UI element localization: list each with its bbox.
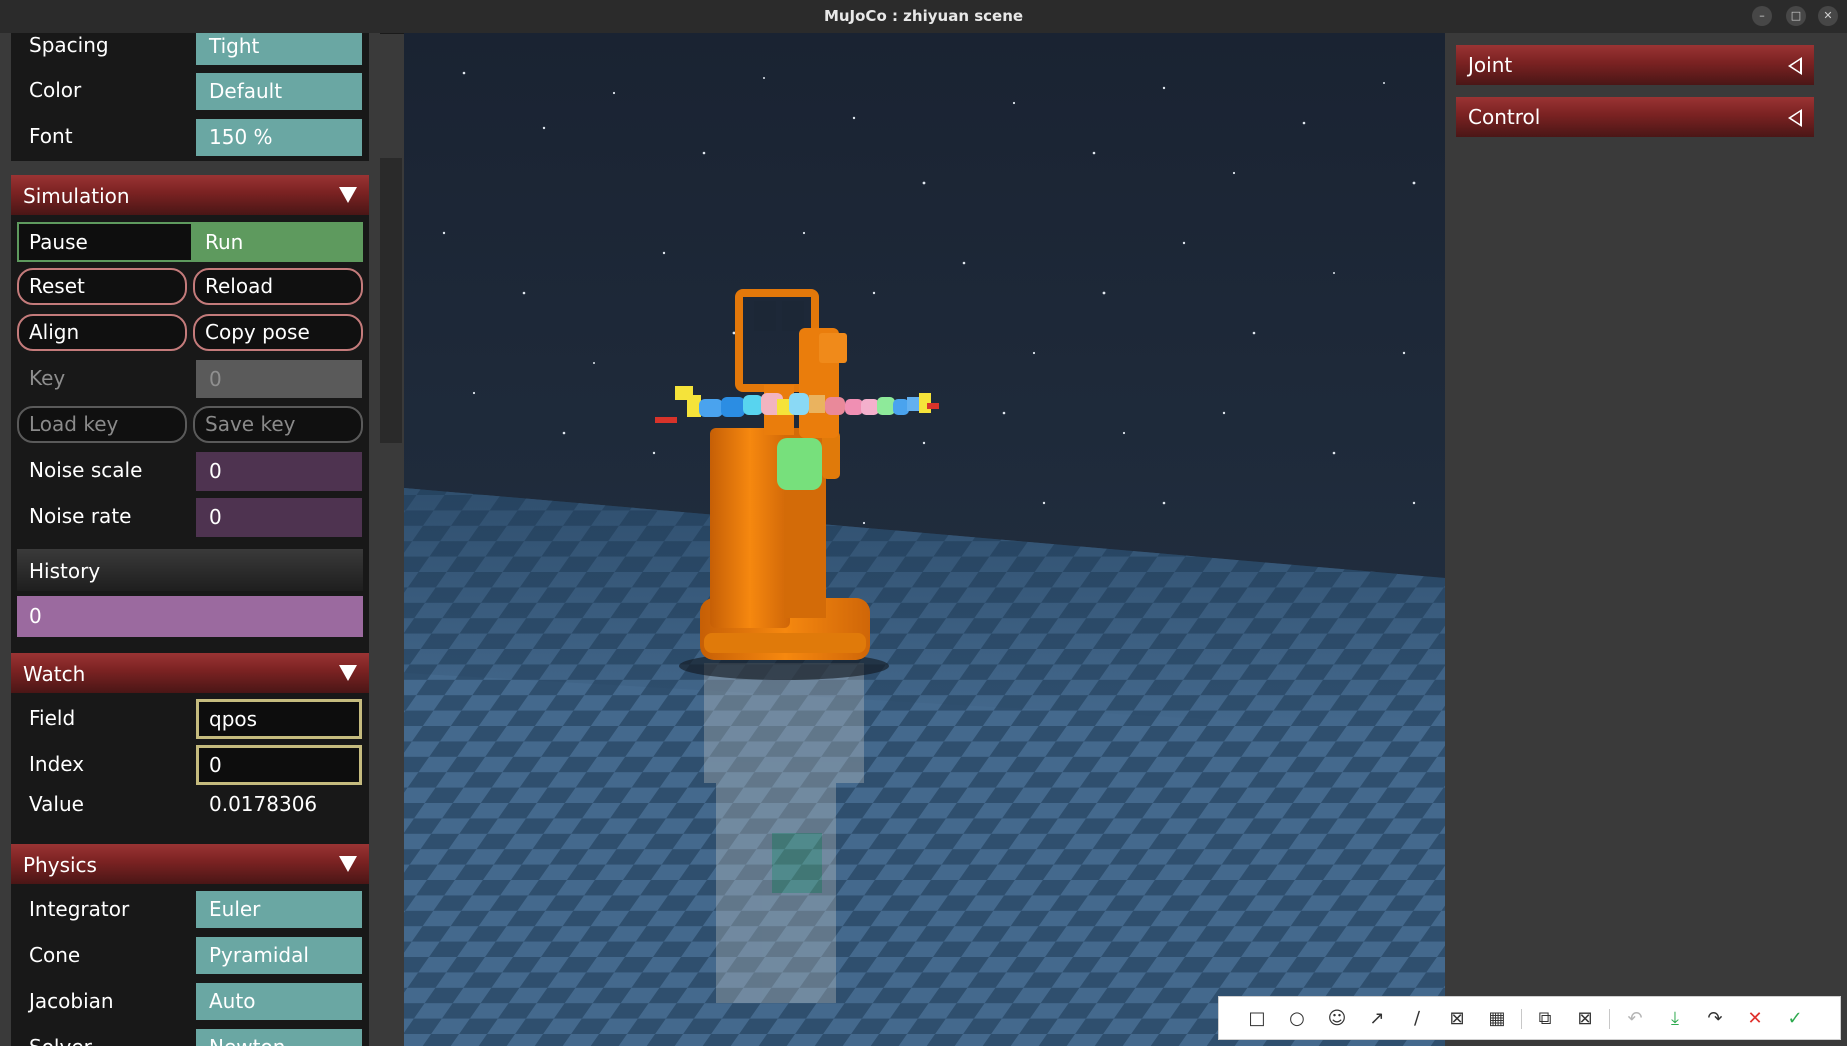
color-label: Color: [29, 78, 82, 102]
simulation-title: Simulation: [23, 184, 130, 208]
watch-value: 0.0178306: [209, 792, 318, 816]
annotation-toolbar: □ ○ ☺ ↗ ∕ ⊠ ▦ ⧉ ⊠ ↶ ⤓ ↷ ✕ ✓: [1218, 996, 1841, 1040]
index-input[interactable]: 0: [196, 745, 362, 785]
watch-section: Watch Field qpos Index 0 Value 0.0178306: [11, 653, 369, 863]
collapse-triangle-icon: [339, 856, 357, 872]
cone-label: Cone: [29, 943, 81, 967]
key-slider[interactable]: 0: [196, 360, 362, 398]
collapse-triangle-icon: [339, 665, 357, 681]
load-key-button[interactable]: Load key: [17, 406, 187, 443]
history-slider[interactable]: 0: [17, 596, 363, 637]
noise-rate-input[interactable]: 0: [196, 498, 362, 537]
window-title: MuJoCo : zhiyuan scene: [823, 7, 1024, 25]
undo-icon[interactable]: ↶: [1623, 1007, 1647, 1031]
solver-select[interactable]: Newton: [196, 1029, 362, 1046]
rendering-section: Spacing Tight Color Default Font 150 %: [11, 33, 369, 161]
integrator-label: Integrator: [29, 897, 130, 921]
jacobian-label: Jacobian: [29, 989, 114, 1013]
field-label: Field: [29, 706, 76, 730]
window-titlebar: MuJoCo : zhiyuan scene – □ ✕: [0, 0, 1847, 34]
maximize-icon[interactable]: □: [1786, 6, 1806, 26]
right-ui-panel: Joint Control: [1445, 33, 1847, 1046]
joint-header[interactable]: Joint: [1456, 45, 1814, 85]
reset-button[interactable]: Reset: [17, 268, 187, 305]
rectangle-icon[interactable]: □: [1245, 1007, 1269, 1031]
physics-title: Physics: [23, 853, 97, 877]
3d-viewport[interactable]: [404, 33, 1445, 1046]
confirm-icon[interactable]: ✓: [1783, 1007, 1807, 1031]
share-icon[interactable]: ↷: [1703, 1007, 1727, 1031]
text-icon[interactable]: ▦: [1485, 1007, 1509, 1031]
simulation-header[interactable]: Simulation: [11, 175, 369, 215]
mosaic-icon[interactable]: ⊠: [1445, 1007, 1469, 1031]
index-label: Index: [29, 752, 85, 776]
noise-scale-input[interactable]: 0: [196, 452, 362, 491]
field-input[interactable]: qpos: [196, 699, 362, 739]
emoji-icon[interactable]: ☺: [1325, 1007, 1349, 1031]
copy-pose-button[interactable]: Copy pose: [193, 314, 363, 351]
history-label: History: [29, 559, 101, 583]
history-header: History: [17, 549, 363, 591]
run-button[interactable]: Run: [193, 222, 363, 262]
integrator-select[interactable]: Euler: [196, 891, 362, 928]
control-title: Control: [1468, 105, 1541, 129]
joint-title: Joint: [1468, 53, 1513, 77]
spacing-label: Spacing: [29, 33, 109, 57]
key-label: Key: [29, 366, 66, 390]
cone-select[interactable]: Pyramidal: [196, 937, 362, 974]
blur-icon[interactable]: ⊠: [1573, 1007, 1597, 1031]
pin-icon[interactable]: ⧉: [1533, 1007, 1557, 1031]
watch-header[interactable]: Watch: [11, 653, 369, 693]
spacing-select[interactable]: Tight: [196, 33, 362, 65]
control-header[interactable]: Control: [1456, 97, 1814, 137]
save-icon[interactable]: ⤓: [1663, 1007, 1687, 1031]
align-button[interactable]: Align: [17, 314, 187, 351]
minimize-icon[interactable]: –: [1752, 6, 1772, 26]
physics-header[interactable]: Physics: [11, 844, 369, 884]
reload-button[interactable]: Reload: [193, 268, 363, 305]
value-label: Value: [29, 792, 84, 816]
expand-triangle-icon: [1788, 57, 1802, 75]
jacobian-select[interactable]: Auto: [196, 983, 362, 1020]
collapse-triangle-icon: [339, 187, 357, 203]
left-panel-scrollbar[interactable]: [380, 158, 402, 443]
font-label: Font: [29, 124, 73, 148]
line-icon[interactable]: ∕: [1405, 1007, 1429, 1031]
arrow-icon[interactable]: ↗: [1365, 1007, 1389, 1031]
scene-render: [404, 33, 1445, 1046]
left-ui-panel: Spacing Tight Color Default Font 150 % S…: [0, 33, 380, 1046]
physics-section: Physics Integrator Euler Cone Pyramidal …: [11, 844, 369, 1046]
noise-rate-label: Noise rate: [29, 504, 132, 528]
cancel-icon[interactable]: ✕: [1743, 1007, 1767, 1031]
font-select[interactable]: 150 %: [196, 119, 362, 156]
expand-triangle-icon: [1788, 109, 1802, 127]
noise-scale-label: Noise scale: [29, 458, 143, 482]
watch-title: Watch: [23, 662, 86, 686]
save-key-button[interactable]: Save key: [193, 406, 363, 443]
circle-icon[interactable]: ○: [1285, 1007, 1309, 1031]
solver-label: Solver: [29, 1035, 92, 1046]
pause-button[interactable]: Pause: [17, 222, 193, 262]
simulation-section: Simulation Pause Run Reset Reload Align …: [11, 175, 369, 670]
close-icon[interactable]: ✕: [1818, 6, 1838, 26]
color-select[interactable]: Default: [196, 73, 362, 110]
